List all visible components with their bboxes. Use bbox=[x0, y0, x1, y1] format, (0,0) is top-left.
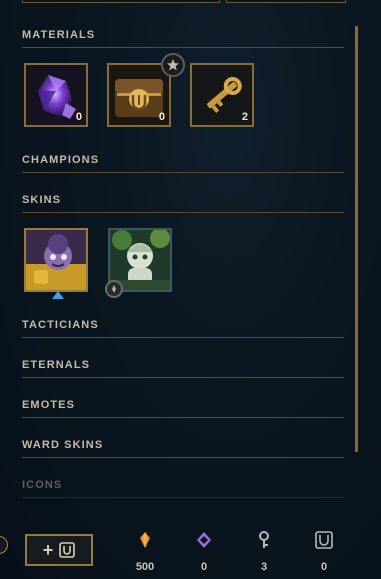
section-title-skins: SKINS bbox=[22, 194, 62, 206]
material-count: 0 bbox=[75, 111, 82, 123]
chest-icon bbox=[59, 542, 76, 558]
material-count: 0 bbox=[158, 111, 165, 123]
material-count: 2 bbox=[241, 111, 248, 123]
currency-value: 0 bbox=[200, 561, 208, 573]
divider bbox=[22, 172, 344, 173]
divider bbox=[22, 377, 344, 378]
orange-essence-icon bbox=[197, 532, 211, 548]
section-eternals[interactable]: ETERNALS bbox=[22, 359, 344, 378]
section-champions[interactable]: CHAMPIONS bbox=[22, 154, 344, 173]
add-chest-button[interactable]: + bbox=[25, 534, 93, 566]
section-tacticians[interactable]: TACTICIANS bbox=[22, 319, 344, 338]
section-title-champions: CHAMPIONS bbox=[22, 154, 100, 166]
currency-value: 0 bbox=[320, 561, 328, 573]
section-title-icons: ICONS bbox=[22, 479, 63, 491]
section-icons[interactable]: ICONS bbox=[22, 479, 344, 498]
material-chest-tile[interactable]: 0 bbox=[107, 63, 171, 127]
divider bbox=[22, 337, 344, 338]
blue-essence-icon bbox=[140, 532, 150, 548]
section-title-emotes: EMOTES bbox=[22, 399, 76, 411]
chroma-badge-icon bbox=[105, 280, 123, 298]
divider bbox=[22, 417, 344, 418]
currency-value: 500 bbox=[135, 561, 155, 573]
section-title-eternals: ETERNALS bbox=[22, 359, 91, 371]
key-fragment-icon bbox=[259, 531, 269, 548]
skin-art-icon bbox=[26, 230, 86, 290]
mastery-badge-icon bbox=[161, 53, 185, 77]
scrollbar-thumb[interactable] bbox=[355, 26, 358, 452]
currency-blue-essence: 500 bbox=[125, 530, 165, 573]
divider bbox=[22, 457, 344, 458]
divider bbox=[22, 497, 344, 498]
loot-list[interactable]: MATERIALS 0 0 2 CHAMPIONS SKINS TACTICIA… bbox=[0, 0, 381, 505]
divider bbox=[22, 47, 344, 48]
section-title-materials: MATERIALS bbox=[22, 29, 96, 41]
currency-orange-essence: 0 bbox=[184, 530, 224, 573]
divider bbox=[22, 212, 344, 213]
section-emotes[interactable]: EMOTES bbox=[22, 399, 344, 418]
currency-key-fragments: 3 bbox=[244, 530, 284, 573]
section-title-ward-skins: WARD SKINS bbox=[22, 439, 104, 451]
section-materials: MATERIALS bbox=[22, 29, 344, 48]
section-title-tacticians: TACTICIANS bbox=[22, 319, 99, 331]
add-label: + bbox=[42, 539, 54, 560]
rarity-triangle-icon bbox=[52, 291, 64, 299]
section-skins: SKINS bbox=[22, 194, 344, 213]
section-ward-skins[interactable]: WARD SKINS bbox=[22, 439, 344, 458]
material-key-tile[interactable]: 2 bbox=[190, 63, 254, 127]
chest-icon bbox=[315, 531, 333, 549]
material-crystal-shard-tile[interactable]: 0 bbox=[24, 63, 88, 127]
currency-chests: 0 bbox=[304, 530, 344, 573]
skin-tile[interactable] bbox=[24, 228, 88, 292]
left-edge-icon[interactable] bbox=[0, 536, 8, 554]
currency-value: 3 bbox=[260, 561, 268, 573]
